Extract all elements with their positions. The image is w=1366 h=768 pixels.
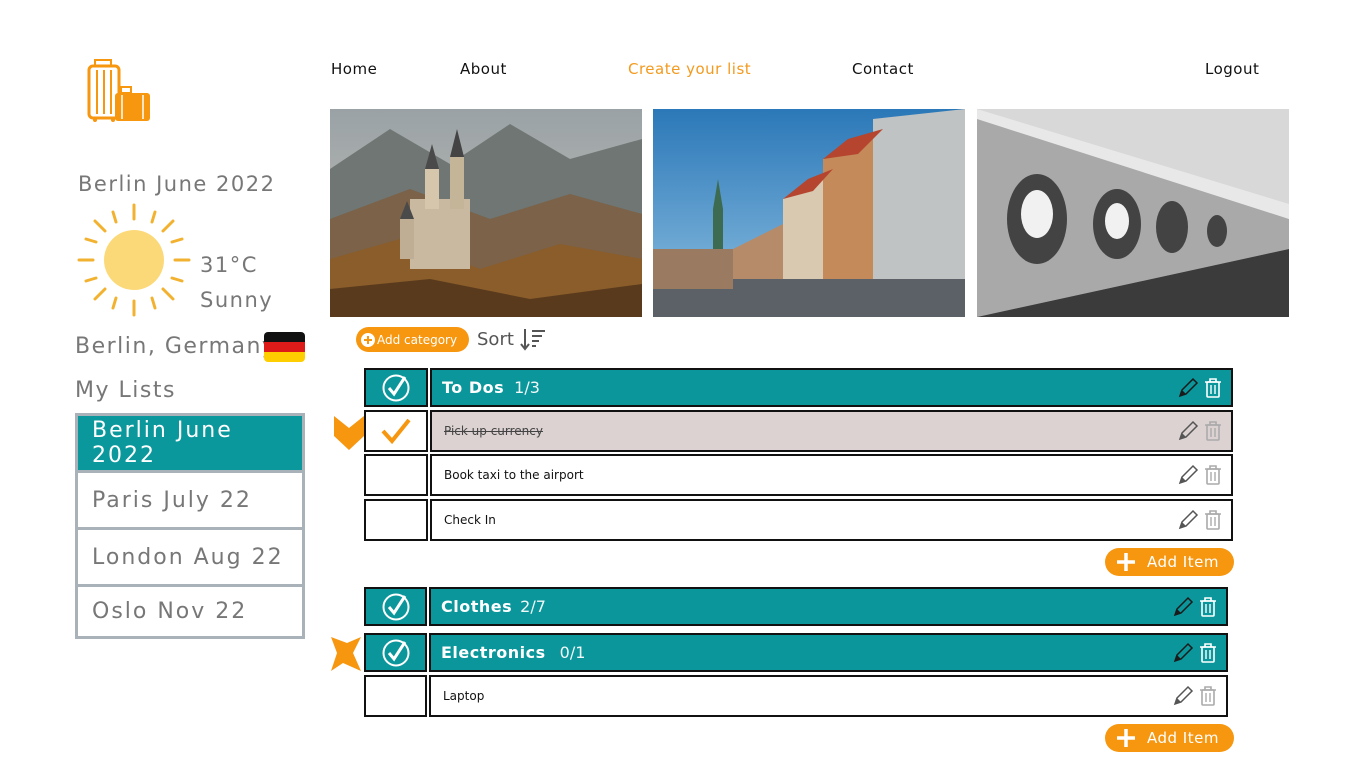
weather-condition: Sunny xyxy=(200,288,274,312)
item-checkbox[interactable] xyxy=(364,675,427,717)
item-row[interactable]: Laptop xyxy=(429,675,1228,717)
item-label: Laptop xyxy=(443,689,485,703)
trash-icon[interactable] xyxy=(1203,509,1223,531)
pencil-icon[interactable] xyxy=(1177,509,1199,531)
add-item-button[interactable]: Add Item xyxy=(1105,724,1234,752)
category-count: 1/3 xyxy=(514,378,540,397)
sort-label: Sort xyxy=(477,328,514,350)
my-lists-panel: Berlin June 2022 Paris July 22 London Au… xyxy=(75,413,305,639)
sort-descending-icon xyxy=(520,327,546,351)
nav-logout[interactable]: Logout xyxy=(1205,60,1259,78)
category-row-electronics[interactable]: Electronics 0/1 xyxy=(429,633,1228,672)
location: Berlin, Germany xyxy=(75,334,277,359)
photo-castle xyxy=(330,109,642,317)
list-item-berlin[interactable]: Berlin June 2022 xyxy=(78,416,302,470)
trash-icon[interactable] xyxy=(1198,642,1218,664)
trash-icon[interactable] xyxy=(1198,596,1218,618)
trash-icon[interactable] xyxy=(1203,464,1223,486)
sort-button[interactable]: Sort xyxy=(477,326,546,352)
pencil-icon[interactable] xyxy=(1177,377,1199,399)
nav-contact[interactable]: Contact xyxy=(852,60,914,78)
add-category-button[interactable]: Add category xyxy=(356,327,469,352)
item-checkbox[interactable] xyxy=(364,410,428,452)
category-name: To Dos xyxy=(442,378,505,397)
add-item-label: Add Item xyxy=(1147,553,1219,571)
arrow-marker-icon xyxy=(334,416,364,454)
photo-berlin-wall xyxy=(977,109,1289,317)
arrow-marker-icon xyxy=(331,637,363,675)
pencil-icon[interactable] xyxy=(1177,420,1199,442)
pencil-icon[interactable] xyxy=(1172,596,1194,618)
category-check[interactable] xyxy=(364,368,428,407)
checkmark-icon xyxy=(380,417,412,445)
item-row[interactable]: Pick up currency xyxy=(430,410,1233,452)
photo-old-town xyxy=(653,109,965,317)
list-item-oslo[interactable]: Oslo Nov 22 xyxy=(78,587,302,636)
item-label: Pick up currency xyxy=(444,424,543,438)
category-name: Electronics xyxy=(441,643,546,662)
item-row[interactable]: Check In xyxy=(430,499,1233,541)
item-checkbox[interactable] xyxy=(364,454,428,496)
item-row[interactable]: Book taxi to the airport xyxy=(430,454,1233,496)
check-circle-icon xyxy=(381,373,411,403)
nav-home[interactable]: Home xyxy=(331,60,377,78)
trip-title: Berlin June 2022 xyxy=(78,172,276,196)
plus-icon xyxy=(1115,727,1137,749)
add-item-button[interactable]: Add Item xyxy=(1105,548,1234,576)
item-checkbox[interactable] xyxy=(364,499,428,541)
category-name: Clothes xyxy=(441,597,513,616)
my-lists-heading: My Lists xyxy=(75,378,176,403)
plus-icon xyxy=(1115,551,1137,573)
item-label: Book taxi to the airport xyxy=(444,468,584,482)
pencil-icon[interactable] xyxy=(1177,464,1199,486)
luggage-icon[interactable] xyxy=(86,58,152,124)
pencil-icon[interactable] xyxy=(1172,685,1194,707)
check-circle-icon xyxy=(381,592,411,622)
trash-icon[interactable] xyxy=(1203,420,1223,442)
list-item-paris[interactable]: Paris July 22 xyxy=(78,473,302,527)
category-row-todos[interactable]: To Dos 1/3 xyxy=(430,368,1233,407)
check-circle-icon xyxy=(381,638,411,668)
category-count: 0/1 xyxy=(559,643,586,662)
trash-icon[interactable] xyxy=(1198,685,1218,707)
category-check[interactable] xyxy=(364,587,427,626)
temperature: 31°C xyxy=(200,253,258,277)
category-row-clothes[interactable]: Clothes 2/7 xyxy=(429,587,1228,626)
sun-icon xyxy=(76,202,192,318)
item-label: Check In xyxy=(444,513,496,527)
pencil-icon[interactable] xyxy=(1172,642,1194,664)
add-category-label: Add category xyxy=(377,332,458,347)
add-item-label: Add Item xyxy=(1147,729,1219,747)
category-count: 2/7 xyxy=(520,597,546,616)
plus-icon xyxy=(360,332,376,348)
trash-icon[interactable] xyxy=(1203,377,1223,399)
nav-create-your-list[interactable]: Create your list xyxy=(628,60,751,78)
germany-flag-icon xyxy=(264,332,305,362)
category-check[interactable] xyxy=(364,633,427,672)
list-item-london[interactable]: London Aug 22 xyxy=(78,530,302,584)
nav-about[interactable]: About xyxy=(460,60,507,78)
